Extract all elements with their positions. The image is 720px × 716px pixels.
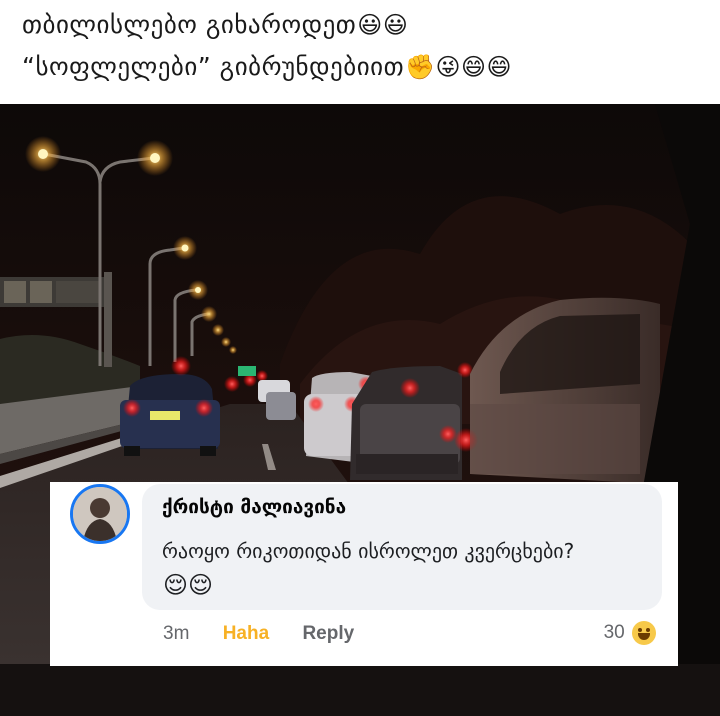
avatar-image (73, 487, 127, 541)
caption-line-1: თბილისლებო გიხაროდეთ😃😃 (22, 10, 408, 39)
comment-emoji: 😌😌 (163, 571, 214, 599)
caption-text-2: “სოფლელები” გიბრუნდებიით (22, 52, 405, 81)
commenter-avatar[interactable] (70, 484, 130, 544)
comment-text: რაოყო რიკოთიდან ისროლეთ კვერცხები? 😌😌 (162, 534, 582, 603)
caption-emoji-2: ✊😜😄😄 (405, 53, 513, 81)
comment-actions: 3m Haha Reply (163, 623, 382, 645)
comment-card: ქრისტი მალიავინა რაოყო რიკოთიდან ისროლეთ… (50, 482, 678, 666)
comment-author[interactable]: ქრისტი მალიავინა (162, 496, 346, 518)
haha-icon (632, 621, 656, 645)
comment-body: რაოყო რიკოთიდან ისროლეთ კვერცხები? (162, 539, 575, 563)
caption-line-2: “სოფლელები” გიბრუნდებიით✊😜😄😄 (22, 52, 512, 81)
haha-reaction-button[interactable]: Haha (223, 623, 269, 644)
comment-time[interactable]: 3m (163, 623, 189, 644)
caption-emoji-1: 😃😃 (357, 11, 409, 39)
caption-text-1: თბილისლებო გიხაროდეთ (22, 10, 357, 39)
reply-button[interactable]: Reply (302, 623, 354, 644)
dark-car (350, 362, 473, 480)
post-caption: თბილისლებო გიხაროდეთ😃😃 “სოფლელები” გიბრუ… (0, 0, 720, 104)
reaction-count: 30 (603, 622, 625, 644)
reaction-summary[interactable]: 30 (604, 621, 656, 645)
comment-bubble: ქრისტი მალიავინა რაოყო რიკოთიდან ისროლეთ… (142, 484, 662, 610)
